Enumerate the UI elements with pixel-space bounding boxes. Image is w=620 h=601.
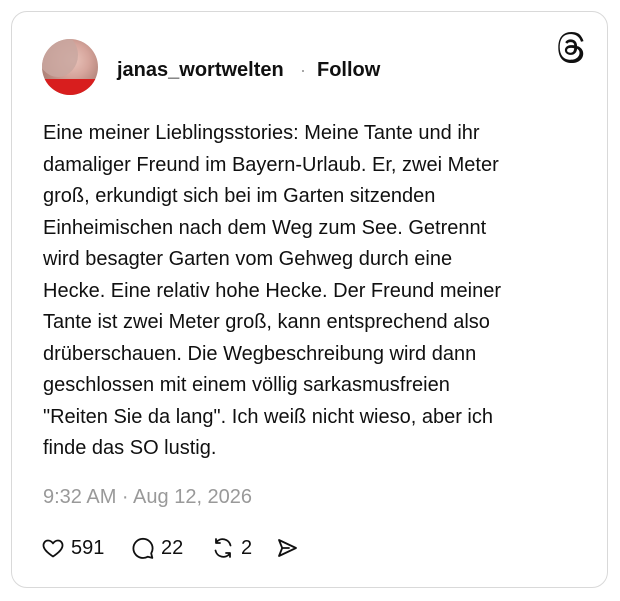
threads-icon[interactable]: [556, 32, 588, 64]
avatar-shirt-shape: [42, 79, 98, 95]
repost-count: 2: [241, 537, 253, 559]
separator-dot: ·: [300, 60, 306, 80]
reply-count: 22: [161, 537, 184, 559]
like-count: 591: [71, 537, 105, 559]
speech-bubble-icon: [131, 536, 155, 560]
reply-button[interactable]: 22: [131, 534, 183, 562]
like-button[interactable]: 591: [41, 534, 104, 562]
heart-icon: [41, 536, 65, 560]
post-card: janas_wortwelten · Follow Eine meiner Li…: [11, 11, 608, 588]
share-button[interactable]: [275, 534, 299, 562]
post-body-text: Eine meiner Lieblingsstories: Meine Tant…: [43, 122, 501, 459]
post-timestamp[interactable]: 9:32 AM · Aug 12, 2026: [43, 485, 252, 509]
repost-button[interactable]: 2: [211, 534, 252, 562]
send-icon: [275, 536, 299, 560]
follow-button[interactable]: Follow: [317, 58, 380, 82]
repost-icon: [211, 536, 235, 560]
avatar[interactable]: [42, 39, 98, 95]
avatar-hair-shape: [42, 39, 78, 77]
username[interactable]: janas_wortwelten: [117, 58, 284, 82]
